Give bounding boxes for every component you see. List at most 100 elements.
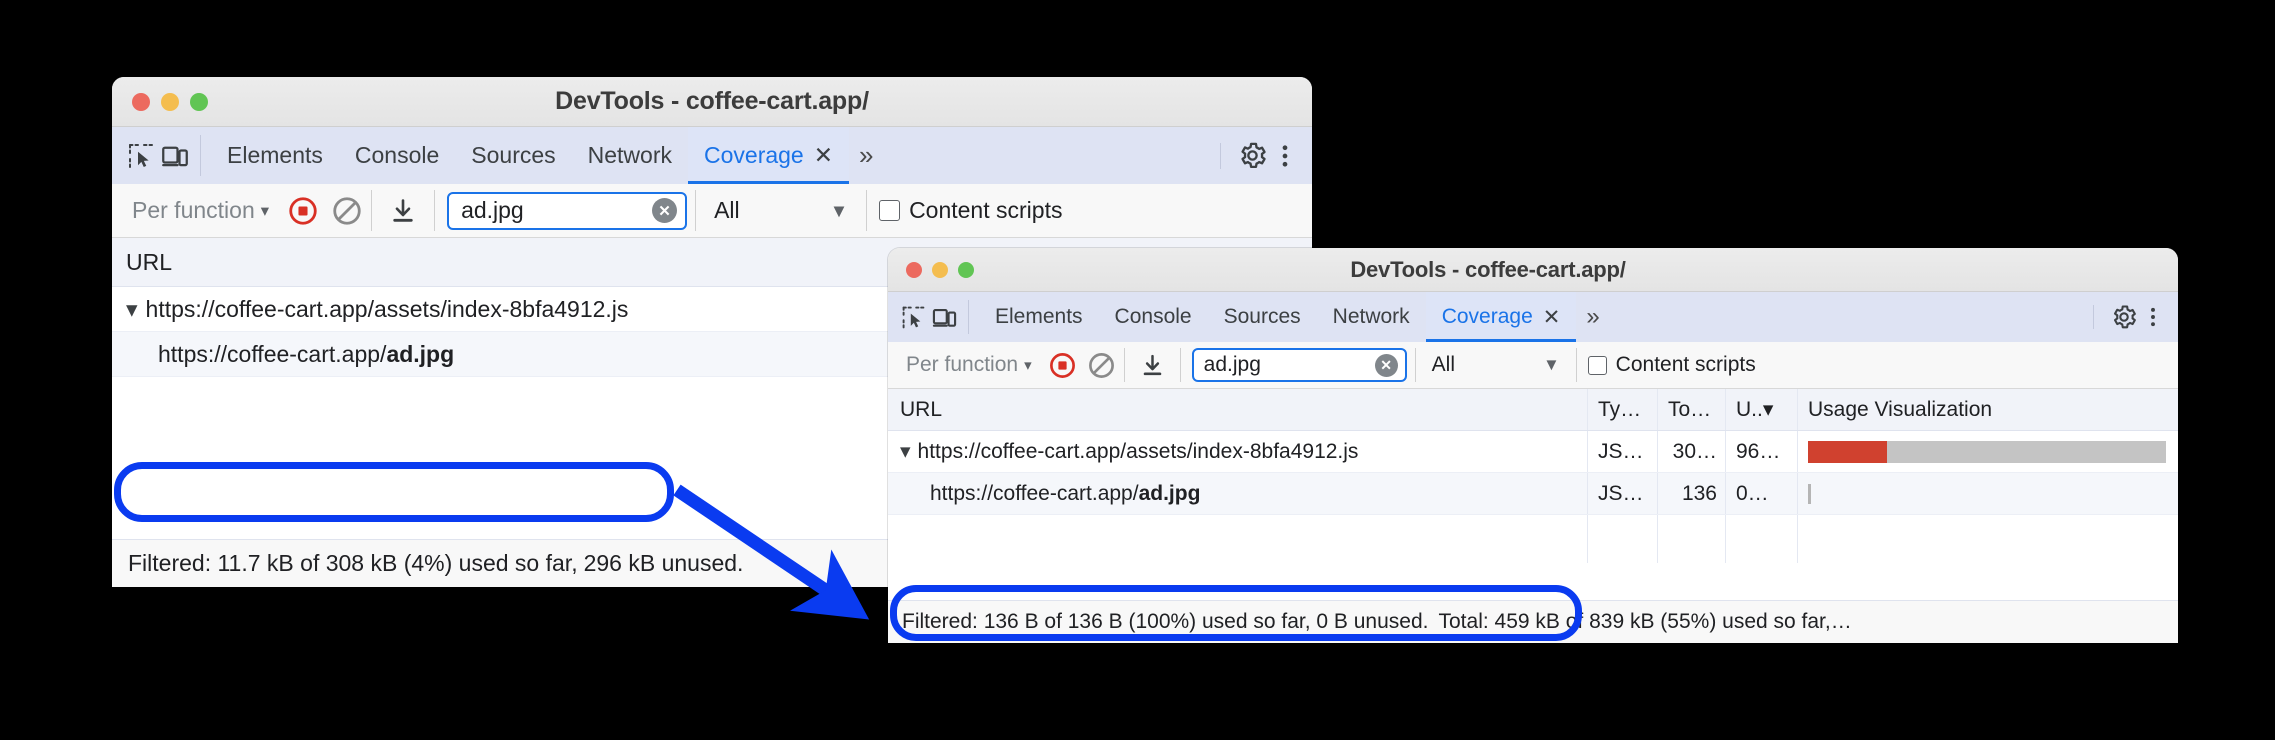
window2-tabstrip-actions[interactable] [2079, 292, 2178, 342]
tab-elements[interactable]: Elements [979, 292, 1099, 342]
coverage-mode-label: Per function [906, 353, 1019, 376]
chevron-down-icon[interactable]: ▾ [900, 439, 911, 464]
chevron-double-right-icon[interactable]: » [849, 127, 883, 184]
column-header-usage-visualization[interactable]: Usage Visualization [1798, 389, 2178, 430]
cell-type: JS… [1588, 473, 1658, 514]
actions-divider [1220, 142, 1221, 169]
chevron-down-icon: ▼ [829, 199, 849, 221]
column-header-total-bytes[interactable]: To… [1658, 389, 1726, 430]
tab-console[interactable]: Console [1099, 292, 1208, 342]
checkbox-box-icon [879, 200, 901, 221]
coverage-mode-dropdown[interactable]: Per function ▾ [122, 197, 279, 224]
row-url: https://coffee-cart.app/assets/index-8bf… [145, 295, 629, 322]
tab-network[interactable]: Network [572, 127, 688, 184]
window1-tabstrip[interactable]: Elements Console Sources Network Coverag… [112, 127, 1312, 184]
status-filtered-tail: 296 kB unused. [583, 550, 744, 576]
chevron-down-icon[interactable]: ▾ [126, 296, 138, 323]
status-filtered: Filtered: 11.7 kB of 308 kB (4%) used so… [128, 550, 578, 576]
table-row[interactable]: https://coffee-cart.app/ad.jpg JS… 136 0… [888, 473, 2178, 515]
usage-bar-used [1808, 440, 1887, 463]
chevron-double-right-icon[interactable]: » [1576, 292, 1609, 342]
toolbar-divider-3 [695, 190, 697, 231]
device-toolbar-icon[interactable] [160, 141, 190, 171]
window2-title: DevTools - coffee-cart.app/ [1350, 256, 1626, 282]
filter-input[interactable]: ad.jpg ✕ [447, 191, 688, 230]
more-options-icon[interactable] [1270, 141, 1300, 171]
chevron-down-icon: ▾ [1024, 357, 1032, 374]
tab-network[interactable]: Network [1317, 292, 1426, 342]
window1-coverage-toolbar[interactable]: Per function ▾ ad.jpg ✕ All ▼ Content sc… [112, 184, 1312, 238]
filter-value: ad.jpg [461, 197, 524, 223]
filter-value: ad.jpg [1203, 353, 1261, 376]
type-filter-dropdown[interactable]: All ▼ [704, 197, 858, 224]
type-filter-value: All [714, 197, 740, 223]
window2-titlebar[interactable]: DevTools - coffee-cart.app/ [888, 248, 2178, 292]
tab-sources[interactable]: Sources [1208, 292, 1317, 342]
tab-elements[interactable]: Elements [211, 127, 339, 184]
status-filtered: Filtered: 136 B of 136 B (100%) used so … [902, 610, 1429, 633]
filter-input[interactable]: ad.jpg ✕ [1191, 348, 1407, 382]
content-scripts-checkbox[interactable]: Content scripts [1587, 353, 1756, 377]
status-total: Total: 459 kB of 839 kB (55%) used so fa… [1438, 610, 1852, 633]
coverage-mode-dropdown[interactable]: Per function ▾ [896, 353, 1042, 377]
actions-divider [2093, 305, 2094, 329]
window1-tabs[interactable]: Elements Console Sources Network Coverag… [211, 127, 850, 184]
tab-coverage[interactable]: Coverage ✕ [1425, 292, 1577, 342]
clear-icon[interactable] [1087, 351, 1116, 380]
tab-coverage[interactable]: Coverage ✕ [688, 127, 850, 184]
toolbar-divider-2 [1179, 348, 1181, 382]
device-toolbar-icon[interactable] [931, 304, 958, 331]
usage-bar [1808, 483, 1811, 504]
cell-type: JS… [1588, 431, 1658, 472]
window1-titlebar[interactable]: DevTools - coffee-cart.app/ [112, 77, 1312, 127]
tab-sources[interactable]: Sources [455, 127, 571, 184]
close-icon[interactable]: ✕ [814, 142, 833, 169]
clear-filter-icon[interactable]: ✕ [1374, 353, 1398, 377]
window2-tabstrip[interactable]: Elements Console Sources Network Coverag… [888, 292, 2178, 342]
stop-record-icon[interactable] [1048, 351, 1077, 380]
window2-coverage-toolbar[interactable]: Per function ▾ ad.jpg ✕ All ▼ Content sc… [888, 342, 2178, 389]
column-header-unused-bytes[interactable]: U..▾ [1726, 389, 1798, 430]
column-header-url[interactable]: URL [888, 389, 1588, 430]
content-scripts-checkbox[interactable]: Content scripts [879, 197, 1062, 224]
cell-usage-empty [1798, 515, 2178, 563]
window1-title: DevTools - coffee-cart.app/ [555, 87, 869, 115]
coverage-mode-label: Per function [132, 197, 255, 223]
window1-inspect-tools[interactable] [112, 127, 190, 184]
inspect-element-icon[interactable] [126, 141, 156, 171]
export-icon[interactable] [1139, 352, 1166, 379]
cell-url: ▾ https://coffee-cart.app/assets/index-8… [888, 431, 1588, 472]
cell-total-bytes: 136 [1658, 473, 1726, 514]
cell-total-bytes: 30… [1658, 431, 1726, 472]
devtools-window-2[interactable]: DevTools - coffee-cart.app/ Elements Con… [888, 248, 2178, 643]
toolbar-divider-2 [434, 190, 436, 231]
window2-tabs[interactable]: Elements Console Sources Network Coverag… [979, 292, 1577, 342]
toolbar-divider-4 [866, 190, 868, 231]
cell-total-empty [1658, 515, 1726, 563]
tab-console[interactable]: Console [339, 127, 455, 184]
gear-icon[interactable] [2110, 303, 2138, 331]
column-header-type[interactable]: Ty… [1588, 389, 1658, 430]
type-filter-dropdown[interactable]: All ▼ [1424, 353, 1568, 377]
window2-grid-header[interactable]: URL Ty… To… U..▾ Usage Visualization [888, 389, 2178, 431]
table-row[interactable]: ▾ https://coffee-cart.app/assets/index-8… [888, 431, 2178, 473]
window2-inspect-tools[interactable] [888, 292, 958, 342]
close-icon[interactable]: ✕ [1543, 305, 1561, 330]
more-options-icon[interactable] [2140, 304, 2166, 330]
tabstrip-divider [200, 135, 201, 176]
stop-record-icon[interactable] [287, 195, 319, 227]
clear-filter-icon[interactable]: ✕ [652, 198, 678, 223]
cell-unused-bytes: 0… [1726, 473, 1798, 514]
chevron-down-icon: ▼ [1543, 355, 1560, 374]
export-icon[interactable] [388, 196, 418, 226]
tabstrip-divider [968, 300, 969, 334]
cell-usage-visualization [1798, 473, 2178, 514]
window1-tabstrip-actions[interactable] [1206, 127, 1312, 184]
inspect-element-icon[interactable] [900, 304, 927, 331]
checkbox-box-icon [1587, 355, 1607, 375]
row-url: https://coffee-cart.app/ [158, 340, 387, 367]
gear-icon[interactable] [1237, 140, 1268, 171]
toolbar-divider-1 [1123, 348, 1125, 382]
clear-icon[interactable] [331, 195, 363, 227]
window2-statusbar: Filtered: 136 B of 136 B (100%) used so … [888, 600, 2178, 643]
